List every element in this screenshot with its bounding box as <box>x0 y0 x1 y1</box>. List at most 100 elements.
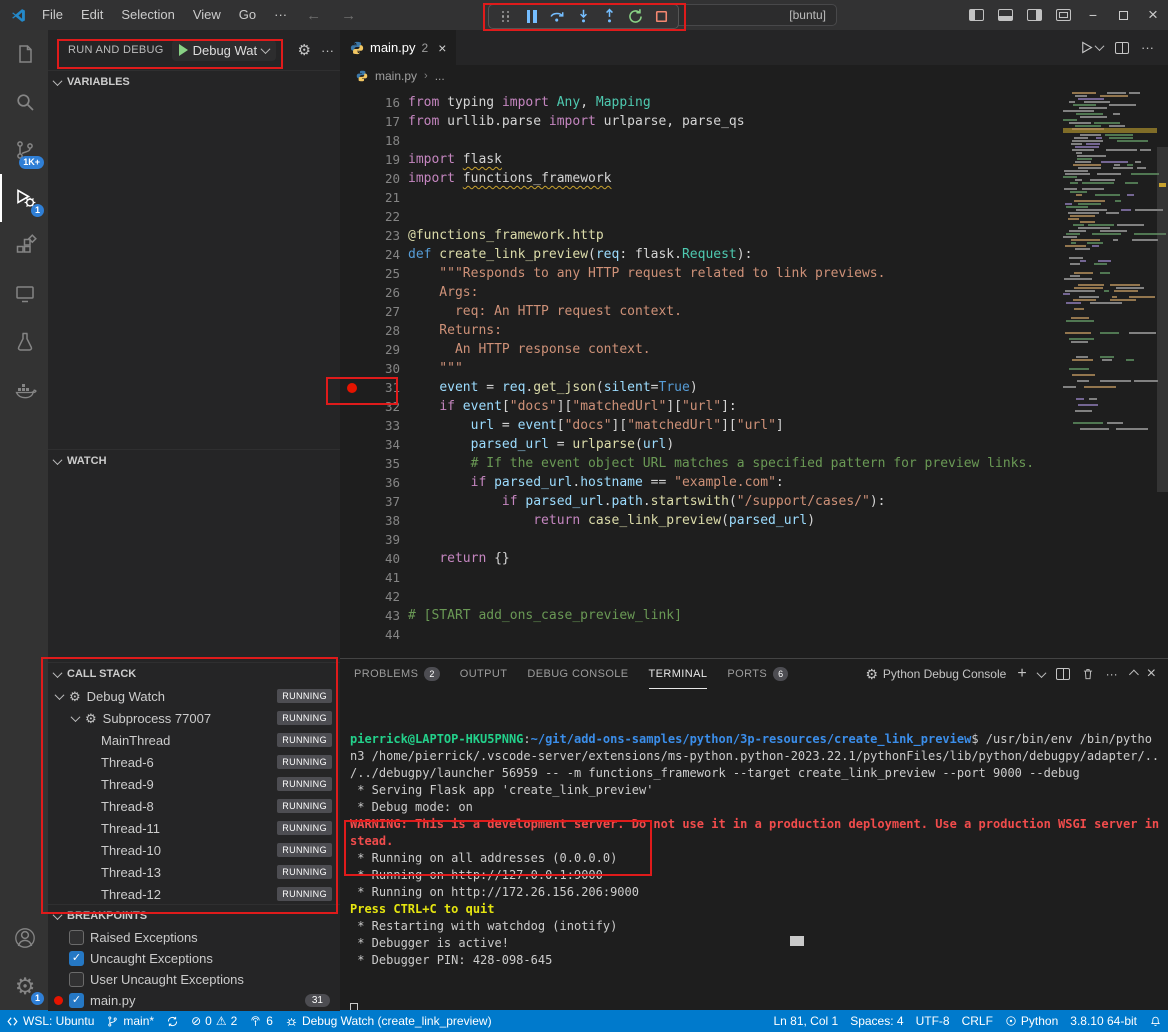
code-editor[interactable]: 16from typing import Any, Mapping17from … <box>340 87 1168 658</box>
restart-icon[interactable] <box>623 6 648 28</box>
navigate-forward-icon[interactable]: → <box>341 7 356 24</box>
code-line[interactable]: 25 """Responds to any HTTP request relat… <box>340 264 1168 283</box>
split-terminal-icon[interactable] <box>1056 668 1070 680</box>
gutter[interactable]: 33 <box>340 416 400 435</box>
indentation[interactable]: Spaces: 4 <box>844 1010 909 1032</box>
gutter[interactable]: 36 <box>340 473 400 492</box>
variables-section-header[interactable]: VARIABLES <box>48 71 340 93</box>
encoding[interactable]: UTF-8 <box>910 1010 956 1032</box>
code-line[interactable]: 19import flask <box>340 150 1168 169</box>
gutter[interactable]: 38 <box>340 511 400 530</box>
gutter[interactable]: 42 <box>340 587 400 606</box>
gutter[interactable]: 25 <box>340 264 400 283</box>
breakpoint-checkbox[interactable] <box>69 993 84 1008</box>
gutter[interactable]: 43 <box>340 606 400 625</box>
panel-tab-ports[interactable]: PORTS6 <box>727 659 788 689</box>
terminal-shell-selector[interactable]: ⚙ Python Debug Console <box>865 667 1006 681</box>
menu-edit[interactable]: Edit <box>72 0 112 30</box>
callstack-item[interactable]: Thread-12RUNNING <box>48 883 340 905</box>
gutter[interactable]: 34 <box>340 435 400 454</box>
sidebar-more-actions-icon[interactable]: ··· <box>321 43 334 58</box>
debug-settings-gear-icon[interactable]: ⚙ <box>298 43 311 58</box>
start-debug-icon[interactable] <box>179 44 188 56</box>
gutter[interactable]: 28 <box>340 321 400 340</box>
source-control-icon[interactable]: 1K+ <box>0 126 48 174</box>
accounts-icon[interactable] <box>0 914 48 962</box>
code-line[interactable]: 24def create_link_preview(req: flask.Req… <box>340 245 1168 264</box>
code-line[interactable]: 26 Args: <box>340 283 1168 302</box>
explorer-icon[interactable] <box>0 30 48 78</box>
gutter[interactable]: 21 <box>340 188 400 207</box>
breakpoint-checkbox[interactable] <box>69 930 84 945</box>
step-into-icon[interactable] <box>571 6 596 28</box>
run-and-debug-icon[interactable]: 1 <box>0 174 48 222</box>
menu-selection[interactable]: Selection <box>112 0 183 30</box>
minimap[interactable] <box>1063 87 1157 658</box>
new-terminal-icon[interactable]: + <box>1017 665 1026 683</box>
chevron-down-icon[interactable] <box>1036 668 1046 678</box>
breakpoint-item[interactable]: Uncaught Exceptions <box>48 948 340 969</box>
callstack-item[interactable]: Thread-6RUNNING <box>48 751 340 773</box>
terminal[interactable]: pierrick@LAPTOP-HKU5PNNG:~/git/add-ons-s… <box>340 689 1168 1010</box>
call-stack-section-header[interactable]: CALL STACK <box>48 663 340 685</box>
minimize-button[interactable]: − <box>1078 0 1108 30</box>
code-line[interactable]: 21 <box>340 188 1168 207</box>
code-line[interactable]: 16from typing import Any, Mapping <box>340 93 1168 112</box>
eol-sequence[interactable]: CRLF <box>956 1010 999 1032</box>
gutter[interactable]: 24 <box>340 245 400 264</box>
gutter[interactable]: 22 <box>340 207 400 226</box>
breakpoint-checkbox[interactable] <box>69 972 84 987</box>
watch-section-header[interactable]: WATCH <box>48 450 340 472</box>
code-line[interactable]: 35 # If the event object URL matches a s… <box>340 454 1168 473</box>
code-line[interactable]: 37 if parsed_url.path.startswith("/suppo… <box>340 492 1168 511</box>
python-interpreter[interactable]: 3.8.10 64-bit <box>1064 1010 1143 1032</box>
breakpoint-checkbox[interactable] <box>69 951 84 966</box>
debug-config-dropdown[interactable]: Debug Wat <box>172 40 277 61</box>
gutter[interactable]: 19 <box>340 150 400 169</box>
maximize-button[interactable] <box>1108 0 1138 30</box>
problems-indicator[interactable]: ⊘ 0 ⚠ 2 <box>185 1010 243 1032</box>
step-out-icon[interactable] <box>597 6 622 28</box>
breakpoint-item[interactable]: Raised Exceptions <box>48 927 340 948</box>
git-branch-indicator[interactable]: main* <box>100 1010 160 1032</box>
gutter[interactable]: 35 <box>340 454 400 473</box>
menu-more[interactable]: ··· <box>265 0 296 30</box>
step-over-icon[interactable] <box>545 6 570 28</box>
editor-scrollbar[interactable] <box>1157 87 1168 658</box>
code-line[interactable]: 18 <box>340 131 1168 150</box>
search-icon[interactable] <box>0 78 48 126</box>
close-panel-icon[interactable]: × <box>1147 665 1156 683</box>
run-python-file-button[interactable] <box>1079 40 1103 55</box>
maximize-panel-icon[interactable] <box>1129 669 1139 679</box>
callstack-item[interactable]: Thread-10RUNNING <box>48 839 340 861</box>
code-line[interactable]: 32 if event["docs"]["matchedUrl"]["url"]… <box>340 397 1168 416</box>
debug-status[interactable]: Debug Watch (create_link_preview) <box>279 1010 498 1032</box>
gutter[interactable]: 27 <box>340 302 400 321</box>
panel-tab-debug-console[interactable]: DEBUG CONSOLE <box>527 659 628 689</box>
gutter[interactable]: 37 <box>340 492 400 511</box>
code-line[interactable]: 28 Returns: <box>340 321 1168 340</box>
code-line[interactable]: 43# [START add_ons_case_preview_link] <box>340 606 1168 625</box>
toggle-secondary-sidebar-icon[interactable] <box>1027 9 1042 21</box>
editor-more-actions-icon[interactable]: ··· <box>1141 40 1154 55</box>
navigate-back-icon[interactable]: ← <box>306 7 321 24</box>
gutter[interactable]: 26 <box>340 283 400 302</box>
code-line[interactable]: 20import functions_framework <box>340 169 1168 188</box>
panel-tab-output[interactable]: OUTPUT <box>460 659 508 689</box>
code-line[interactable]: 33 url = event["docs"]["matchedUrl"]["ur… <box>340 416 1168 435</box>
pause-icon[interactable] <box>519 6 544 28</box>
code-line[interactable]: 39 <box>340 530 1168 549</box>
gutter[interactable]: 32 <box>340 397 400 416</box>
breadcrumb[interactable]: main.py › ... <box>340 65 1168 87</box>
code-line[interactable]: 31 event = req.get_json(silent=True) <box>340 378 1168 397</box>
toggle-sidebar-icon[interactable] <box>969 9 984 21</box>
callstack-item[interactable]: Thread-11RUNNING <box>48 817 340 839</box>
scrollbar-thumb[interactable] <box>1157 147 1168 492</box>
panel-more-actions-icon[interactable]: ··· <box>1106 667 1118 681</box>
breadcrumb-symbol[interactable]: ... <box>435 69 445 83</box>
remote-explorer-icon[interactable] <box>0 270 48 318</box>
callstack-item[interactable]: ⚙Subprocess 77007RUNNING <box>48 707 340 729</box>
code-line[interactable]: 27 req: An HTTP request context. <box>340 302 1168 321</box>
tab-main-py[interactable]: main.py 2 × <box>340 30 456 65</box>
remote-indicator[interactable]: WSL: Ubuntu <box>0 1010 100 1032</box>
